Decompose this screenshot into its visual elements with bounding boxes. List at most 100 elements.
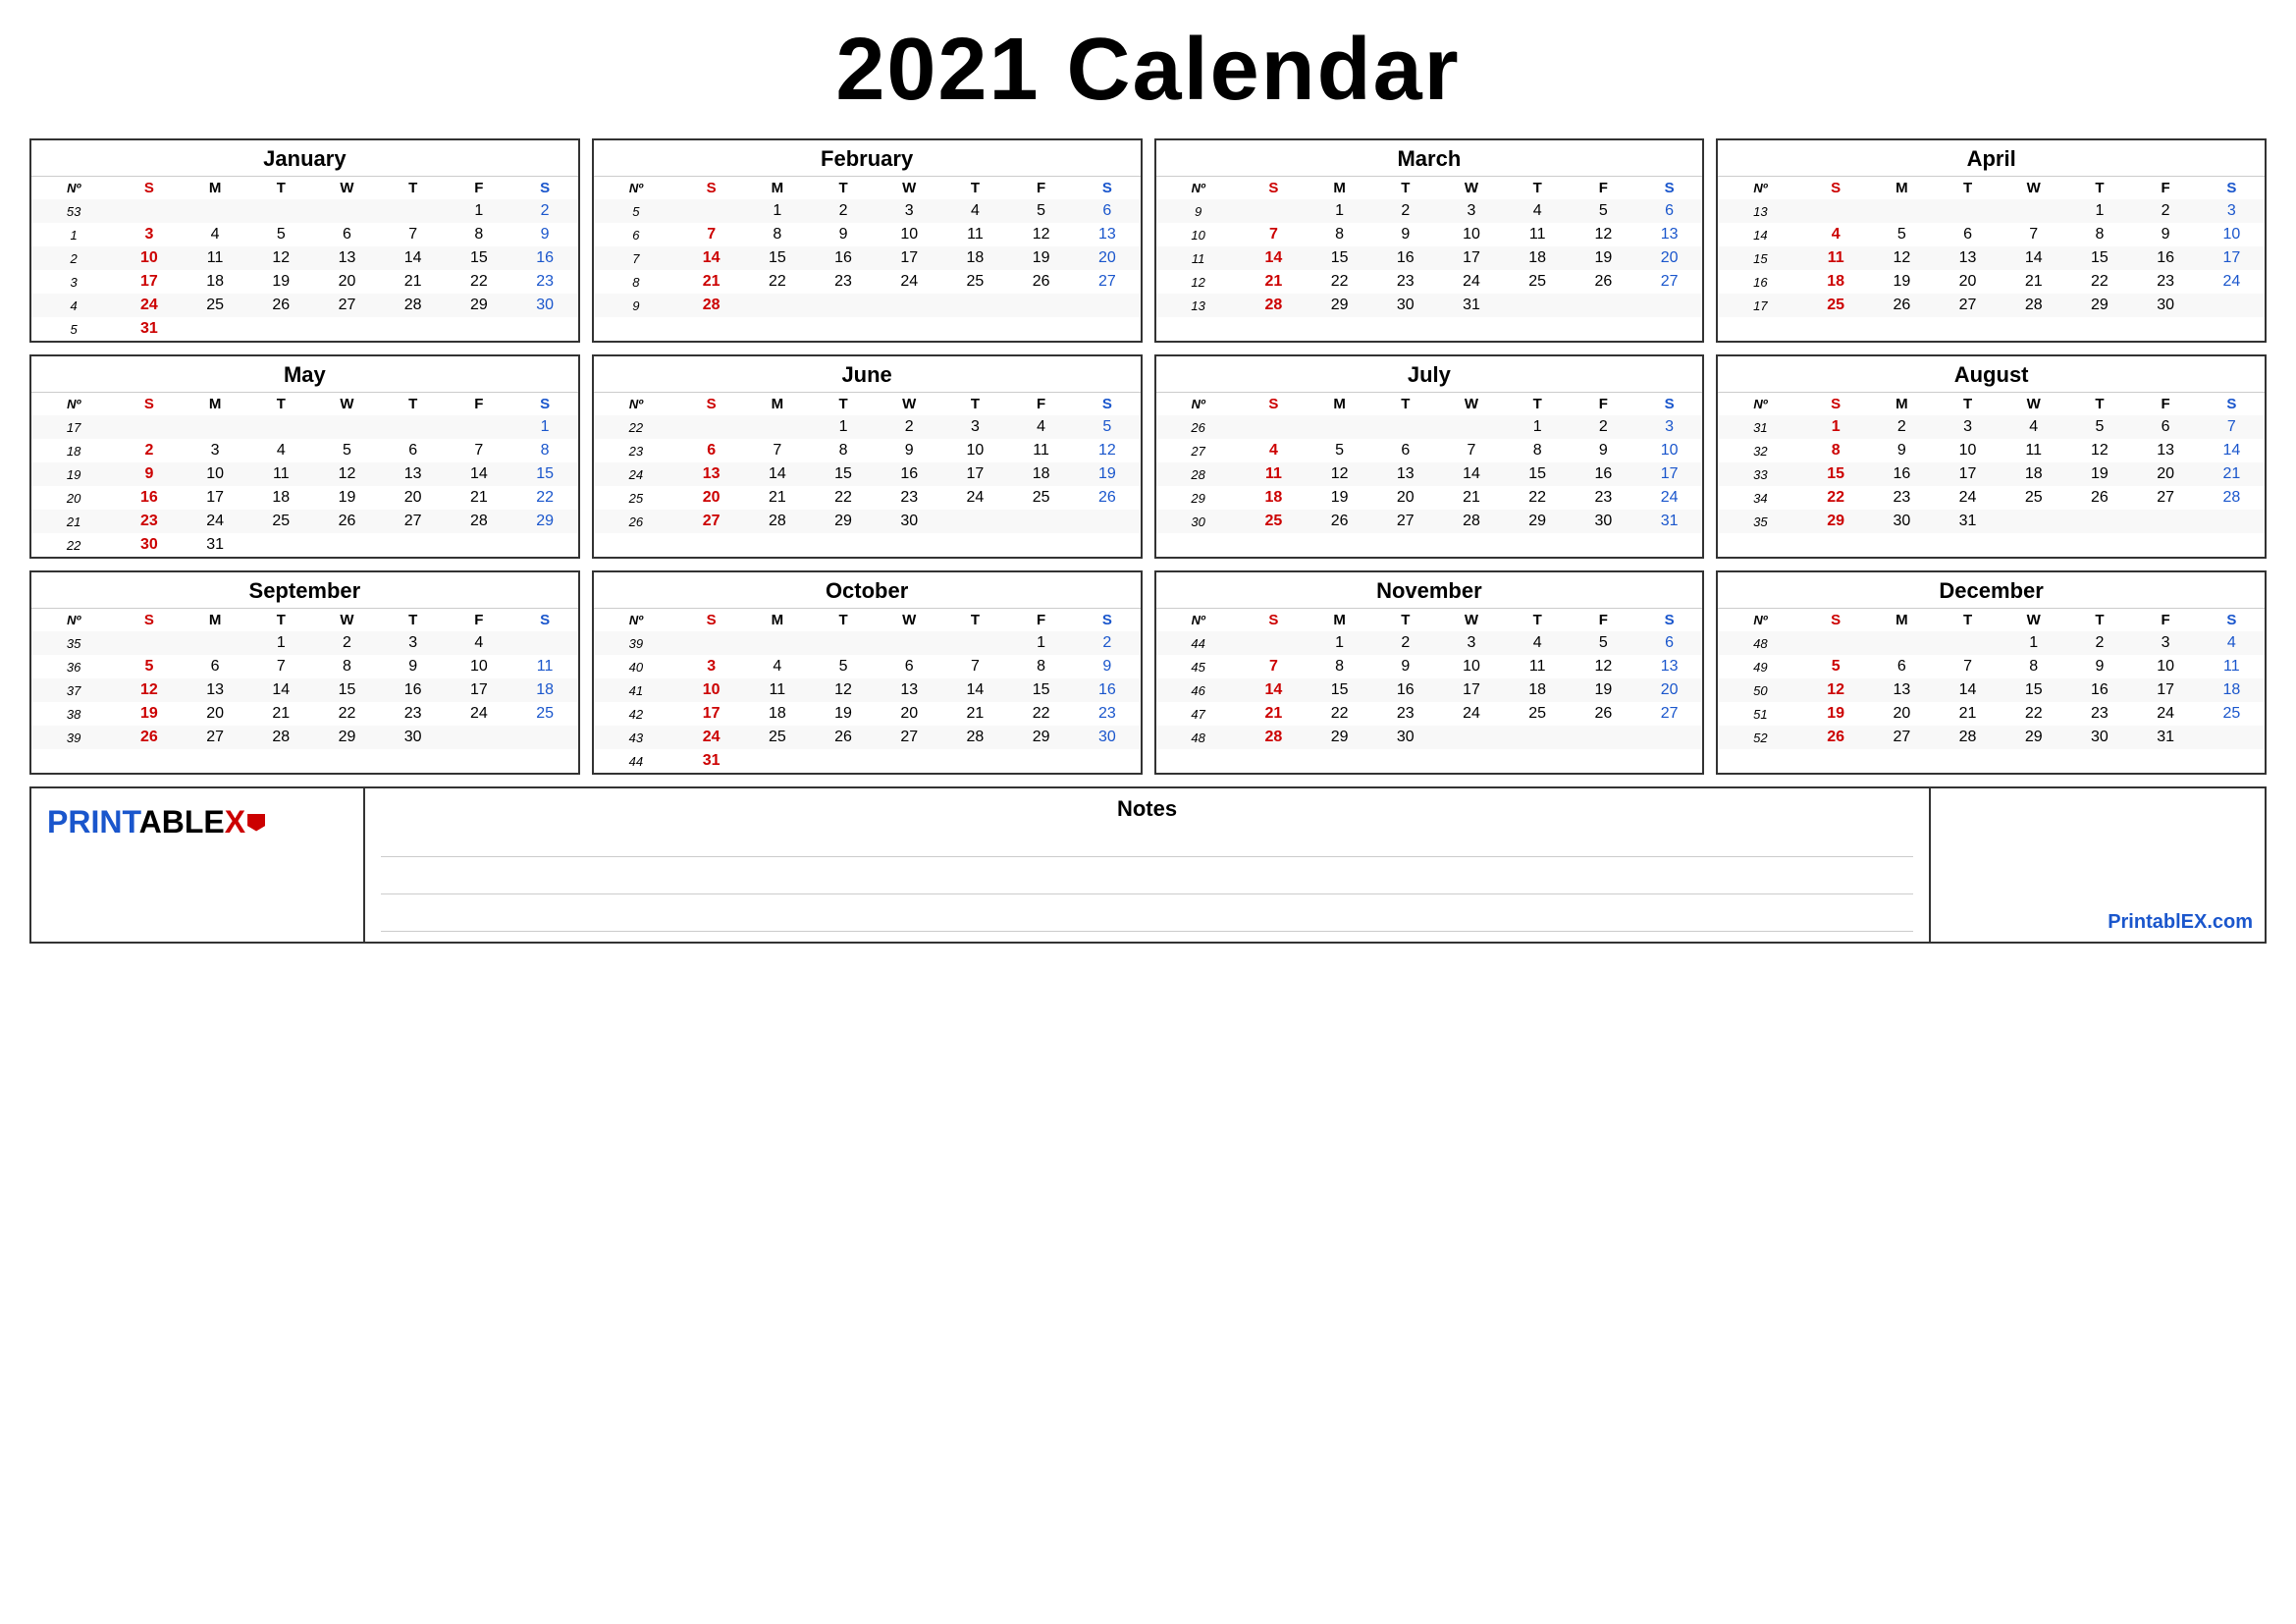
calendar-day[interactable]: 17 (942, 462, 1008, 486)
calendar-day[interactable]: 18 (1803, 270, 1869, 294)
calendar-day[interactable]: 18 (1008, 462, 1074, 486)
calendar-day[interactable]: 14 (744, 462, 810, 486)
calendar-day[interactable]: 24 (877, 270, 942, 294)
calendar-day[interactable]: 8 (1307, 223, 1372, 246)
calendar-day[interactable]: 19 (314, 486, 380, 510)
calendar-day[interactable]: 8 (314, 655, 380, 678)
calendar-day[interactable]: 5 (1008, 199, 1074, 223)
calendar-day[interactable]: 15 (2066, 246, 2132, 270)
calendar-day[interactable]: 29 (511, 510, 577, 533)
calendar-day[interactable]: 5 (810, 655, 876, 678)
calendar-day[interactable]: 14 (942, 678, 1008, 702)
calendar-day[interactable]: 2 (1074, 631, 1140, 655)
calendar-day[interactable]: 2 (1372, 631, 1438, 655)
calendar-day[interactable]: 9 (511, 223, 577, 246)
calendar-day[interactable] (744, 294, 810, 317)
calendar-day[interactable]: 19 (1803, 702, 1869, 726)
calendar-day[interactable]: 30 (877, 510, 942, 533)
calendar-day[interactable]: 8 (2001, 655, 2066, 678)
calendar-day[interactable]: 2 (1571, 415, 1636, 439)
calendar-day[interactable]: 27 (1869, 726, 1935, 749)
calendar-day[interactable]: 21 (744, 486, 810, 510)
calendar-day[interactable]: 11 (2199, 655, 2265, 678)
calendar-day[interactable]: 4 (1505, 199, 1571, 223)
calendar-day[interactable]: 26 (1803, 726, 1869, 749)
calendar-day[interactable] (183, 199, 248, 223)
calendar-day[interactable]: 14 (248, 678, 314, 702)
calendar-day[interactable]: 12 (1803, 678, 1869, 702)
calendar-day[interactable]: 3 (2133, 631, 2199, 655)
calendar-day[interactable]: 21 (446, 486, 511, 510)
calendar-day[interactable]: 24 (183, 510, 248, 533)
calendar-day[interactable]: 1 (2001, 631, 2066, 655)
calendar-day[interactable] (314, 317, 380, 341)
calendar-day[interactable]: 4 (1008, 415, 1074, 439)
calendar-day[interactable]: 11 (183, 246, 248, 270)
calendar-day[interactable]: 4 (1803, 223, 1869, 246)
calendar-day[interactable]: 22 (511, 486, 577, 510)
calendar-day[interactable]: 25 (511, 702, 577, 726)
calendar-day[interactable]: 20 (678, 486, 744, 510)
calendar-day[interactable] (810, 749, 876, 773)
calendar-day[interactable]: 28 (2001, 294, 2066, 317)
calendar-day[interactable]: 11 (2001, 439, 2066, 462)
calendar-day[interactable]: 23 (1372, 270, 1438, 294)
calendar-day[interactable]: 14 (446, 462, 511, 486)
calendar-day[interactable]: 27 (2133, 486, 2199, 510)
calendar-day[interactable] (314, 199, 380, 223)
calendar-day[interactable]: 21 (1241, 270, 1307, 294)
calendar-day[interactable] (1241, 631, 1307, 655)
calendar-day[interactable]: 6 (1636, 199, 1702, 223)
calendar-day[interactable] (380, 533, 446, 557)
calendar-day[interactable]: 9 (810, 223, 876, 246)
calendar-day[interactable]: 5 (1307, 439, 1372, 462)
calendar-day[interactable]: 26 (1307, 510, 1372, 533)
calendar-day[interactable]: 27 (380, 510, 446, 533)
calendar-day[interactable]: 28 (380, 294, 446, 317)
calendar-day[interactable]: 22 (446, 270, 511, 294)
calendar-day[interactable] (1438, 415, 1504, 439)
calendar-day[interactable]: 15 (314, 678, 380, 702)
calendar-day[interactable] (2066, 510, 2132, 533)
calendar-day[interactable]: 16 (1074, 678, 1140, 702)
calendar-day[interactable]: 21 (1935, 702, 2001, 726)
calendar-day[interactable]: 5 (2066, 415, 2132, 439)
calendar-day[interactable]: 7 (678, 223, 744, 246)
calendar-day[interactable]: 29 (1008, 726, 1074, 749)
calendar-day[interactable]: 1 (1307, 631, 1372, 655)
calendar-day[interactable] (1571, 726, 1636, 749)
calendar-day[interactable]: 30 (1372, 726, 1438, 749)
calendar-day[interactable]: 18 (511, 678, 577, 702)
calendar-day[interactable]: 14 (2001, 246, 2066, 270)
calendar-day[interactable]: 31 (183, 533, 248, 557)
calendar-day[interactable]: 16 (877, 462, 942, 486)
calendar-day[interactable]: 7 (380, 223, 446, 246)
calendar-day[interactable]: 8 (2066, 223, 2132, 246)
calendar-day[interactable]: 8 (744, 223, 810, 246)
calendar-day[interactable]: 2 (810, 199, 876, 223)
calendar-day[interactable]: 27 (1935, 294, 2001, 317)
calendar-day[interactable]: 4 (248, 439, 314, 462)
calendar-day[interactable]: 2 (1869, 415, 1935, 439)
calendar-day[interactable] (2001, 199, 2066, 223)
calendar-day[interactable]: 5 (248, 223, 314, 246)
calendar-day[interactable]: 8 (810, 439, 876, 462)
calendar-day[interactable] (183, 415, 248, 439)
calendar-day[interactable] (1438, 726, 1504, 749)
website-link[interactable]: PrintablEX.com (2108, 911, 2253, 934)
calendar-day[interactable]: 26 (314, 510, 380, 533)
calendar-day[interactable] (1636, 294, 1702, 317)
calendar-day[interactable]: 10 (2133, 655, 2199, 678)
calendar-day[interactable]: 11 (942, 223, 1008, 246)
calendar-day[interactable]: 26 (116, 726, 182, 749)
calendar-day[interactable]: 15 (446, 246, 511, 270)
calendar-day[interactable]: 18 (2001, 462, 2066, 486)
calendar-day[interactable]: 16 (810, 246, 876, 270)
calendar-day[interactable]: 4 (183, 223, 248, 246)
calendar-day[interactable]: 17 (1438, 246, 1504, 270)
calendar-day[interactable]: 18 (744, 702, 810, 726)
calendar-day[interactable]: 6 (2133, 415, 2199, 439)
calendar-day[interactable]: 12 (810, 678, 876, 702)
calendar-day[interactable] (942, 510, 1008, 533)
calendar-day[interactable]: 18 (1505, 246, 1571, 270)
